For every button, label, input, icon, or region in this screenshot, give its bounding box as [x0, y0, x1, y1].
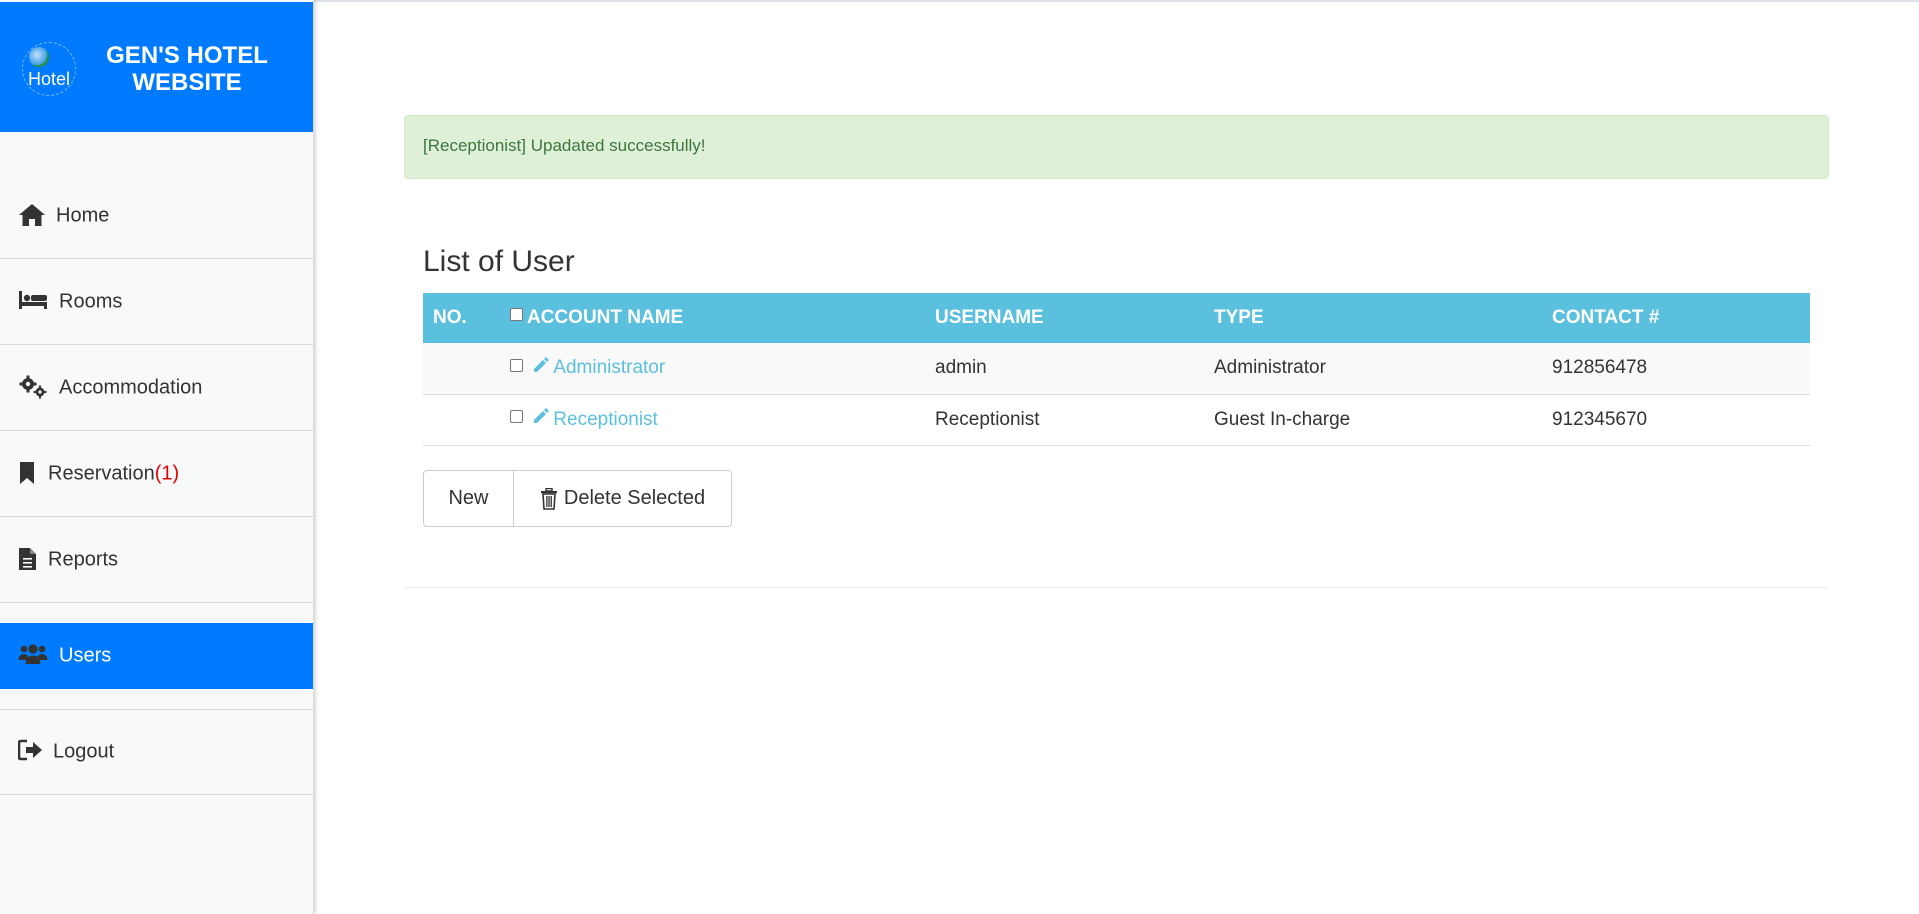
column-header-account-name: ACCOUNT NAME [500, 293, 925, 343]
row-no [423, 343, 500, 395]
sidebar-item-label: Accommodation [59, 376, 203, 398]
table-actions: New Delete Selected [423, 470, 732, 527]
sidebar-item-accommodation[interactable]: Accommodation [0, 345, 313, 431]
username-cell: admin [925, 343, 1204, 395]
sidebar-item-label: Users [59, 644, 112, 667]
users-icon [18, 643, 48, 669]
page-title: List of User [423, 245, 575, 278]
table-row: Administrator admin Administrator 912856… [423, 343, 1810, 395]
sidebar-item-rooms[interactable]: Rooms [0, 259, 313, 345]
users-table: NO. ACCOUNT NAME USERNAME TYPE CONTACT #… [423, 293, 1810, 446]
sidebar-item-label: Home [56, 204, 110, 226]
select-all-checkbox[interactable] [510, 308, 523, 322]
sidebar-nav: Home Rooms Accommodation Reservation(1) … [0, 173, 313, 795]
new-button[interactable]: New [423, 470, 514, 527]
bed-icon [18, 289, 48, 315]
sidebar-item-home[interactable]: Home [0, 173, 313, 259]
sidebar-item-label: Logout [53, 740, 115, 763]
logo-text: Hotel [27, 69, 71, 89]
globe-icon [29, 47, 49, 67]
column-header-type: TYPE [1204, 293, 1542, 343]
column-header-no: NO. [423, 293, 500, 343]
sidebar-item-users[interactable]: Users [0, 623, 313, 689]
contact-cell: 912345670 [1542, 394, 1810, 446]
sidebar-item-logout[interactable]: Logout [0, 709, 313, 795]
table-row: Receptionist Receptionist Guest In-charg… [423, 394, 1810, 446]
pencil-icon [534, 408, 550, 424]
bookmark-icon [18, 461, 48, 487]
file-icon [18, 547, 48, 573]
edit-user-link[interactable]: Receptionist [532, 408, 658, 430]
trash-icon [540, 487, 557, 510]
sidebar-item-label: Reservation(1) [48, 462, 180, 484]
account-name-cell: Administrator [500, 343, 925, 395]
delete-selected-button[interactable]: Delete Selected [514, 470, 732, 527]
sidebar-item-reservation[interactable]: Reservation(1) [0, 431, 313, 517]
row-no [423, 394, 500, 446]
column-header-username: USERNAME [925, 293, 1204, 343]
type-cell: Administrator [1204, 343, 1542, 395]
home-icon [18, 203, 48, 229]
sidebar-item-label: Reports [48, 548, 119, 570]
column-header-contact: CONTACT # [1542, 293, 1810, 343]
edit-user-link[interactable]: Administrator [532, 357, 665, 378]
type-cell: Guest In-charge [1204, 394, 1542, 446]
brand-header: Hotel GEN'S HOTEL WEBSITE [0, 2, 313, 132]
sidebar-item-reports[interactable]: Reports [0, 517, 313, 603]
content-divider [404, 587, 1829, 588]
sidebar-item-label: Rooms [59, 290, 123, 312]
row-checkbox[interactable] [510, 358, 523, 372]
site-title: GEN'S HOTEL WEBSITE [106, 42, 268, 96]
account-name-cell: Receptionist [500, 394, 925, 446]
table-header-row: NO. ACCOUNT NAME USERNAME TYPE CONTACT # [423, 293, 1810, 343]
sign-out-icon [17, 739, 48, 765]
top-border [314, 0, 1919, 2]
success-alert: [Receptionist] Upadated successfully! [404, 115, 1829, 179]
hotel-logo: Hotel [22, 42, 76, 96]
sidebar: Hotel GEN'S HOTEL WEBSITE Home Rooms Acc… [0, 0, 314, 914]
username-cell: Receptionist [925, 394, 1204, 446]
contact-cell: 912856478 [1542, 343, 1810, 395]
pencil-icon [534, 357, 550, 373]
gears-icon [18, 375, 48, 401]
reservation-count-badge: (1) [154, 462, 180, 484]
row-checkbox[interactable] [510, 409, 523, 423]
